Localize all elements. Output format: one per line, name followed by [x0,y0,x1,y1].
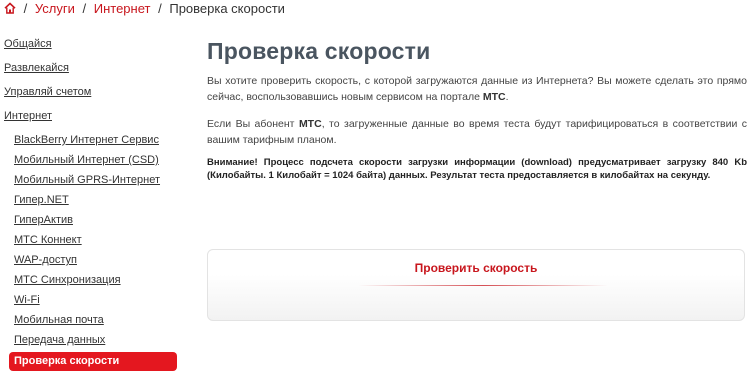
sidebar-item-entertain[interactable]: Развлекайся [4,62,69,75]
tariff-paragraph: Если Вы абонент МТС, то загруженные данн… [207,116,747,148]
intro-paragraph: Вы хотите проверить скорость, с которой … [207,73,747,105]
warning-note: Внимание! Процесс подсчета скорости загр… [207,157,747,181]
intro-text: Вы хотите проверить скорость, с которой … [207,75,747,103]
sidebar-item-mts-connect[interactable]: МТС Коннект [14,234,82,247]
sidebar-item-data-transfer[interactable]: Передача данных [14,334,105,347]
sidebar-item-blackberry[interactable]: BlackBerry Интернет Сервис [14,134,159,147]
sidebar-item-wifi[interactable]: Wi-Fi [14,294,40,307]
speed-check-panel: Проверить скорость [207,249,745,321]
sidebar-item-sync[interactable]: МТС Синхронизация [14,274,121,287]
sidebar-item-hyper-net[interactable]: Гипер.NET [14,194,69,207]
check-speed-button[interactable]: Проверить скорость [208,261,744,275]
tariff-brand: МТС [298,118,322,130]
sidebar-item-wap[interactable]: WAP-доступ [14,254,77,267]
button-underline [358,285,608,286]
sidebar-item-communicate[interactable]: Общайся [4,38,52,51]
tariff-text-start: Если Вы абонент [207,118,295,130]
sidebar-item-hyperactive[interactable]: ГиперАктив [14,214,73,227]
intro-brand: МТС [482,91,506,103]
sidebar-nav: Общайся Развлекайся Управляй счетом Инте… [0,0,185,374]
sidebar-item-mobile-mail[interactable]: Мобильная почта [14,314,104,327]
breadcrumb-current: Проверка скорости [169,1,285,16]
sidebar-item-mobile-internet-csd[interactable]: Мобильный Интернет (CSD) [14,154,159,167]
sidebar-item-gprs[interactable]: Мобильный GPRS-Интернет [14,174,160,187]
sidebar-item-speed-test[interactable]: Проверка скорости [9,352,177,371]
sidebar-item-internet[interactable]: Интернет [4,110,52,123]
sidebar-item-account[interactable]: Управляй счетом [4,86,91,99]
intro-end: . [505,91,509,103]
page-title: Проверка скорости [207,38,431,64]
